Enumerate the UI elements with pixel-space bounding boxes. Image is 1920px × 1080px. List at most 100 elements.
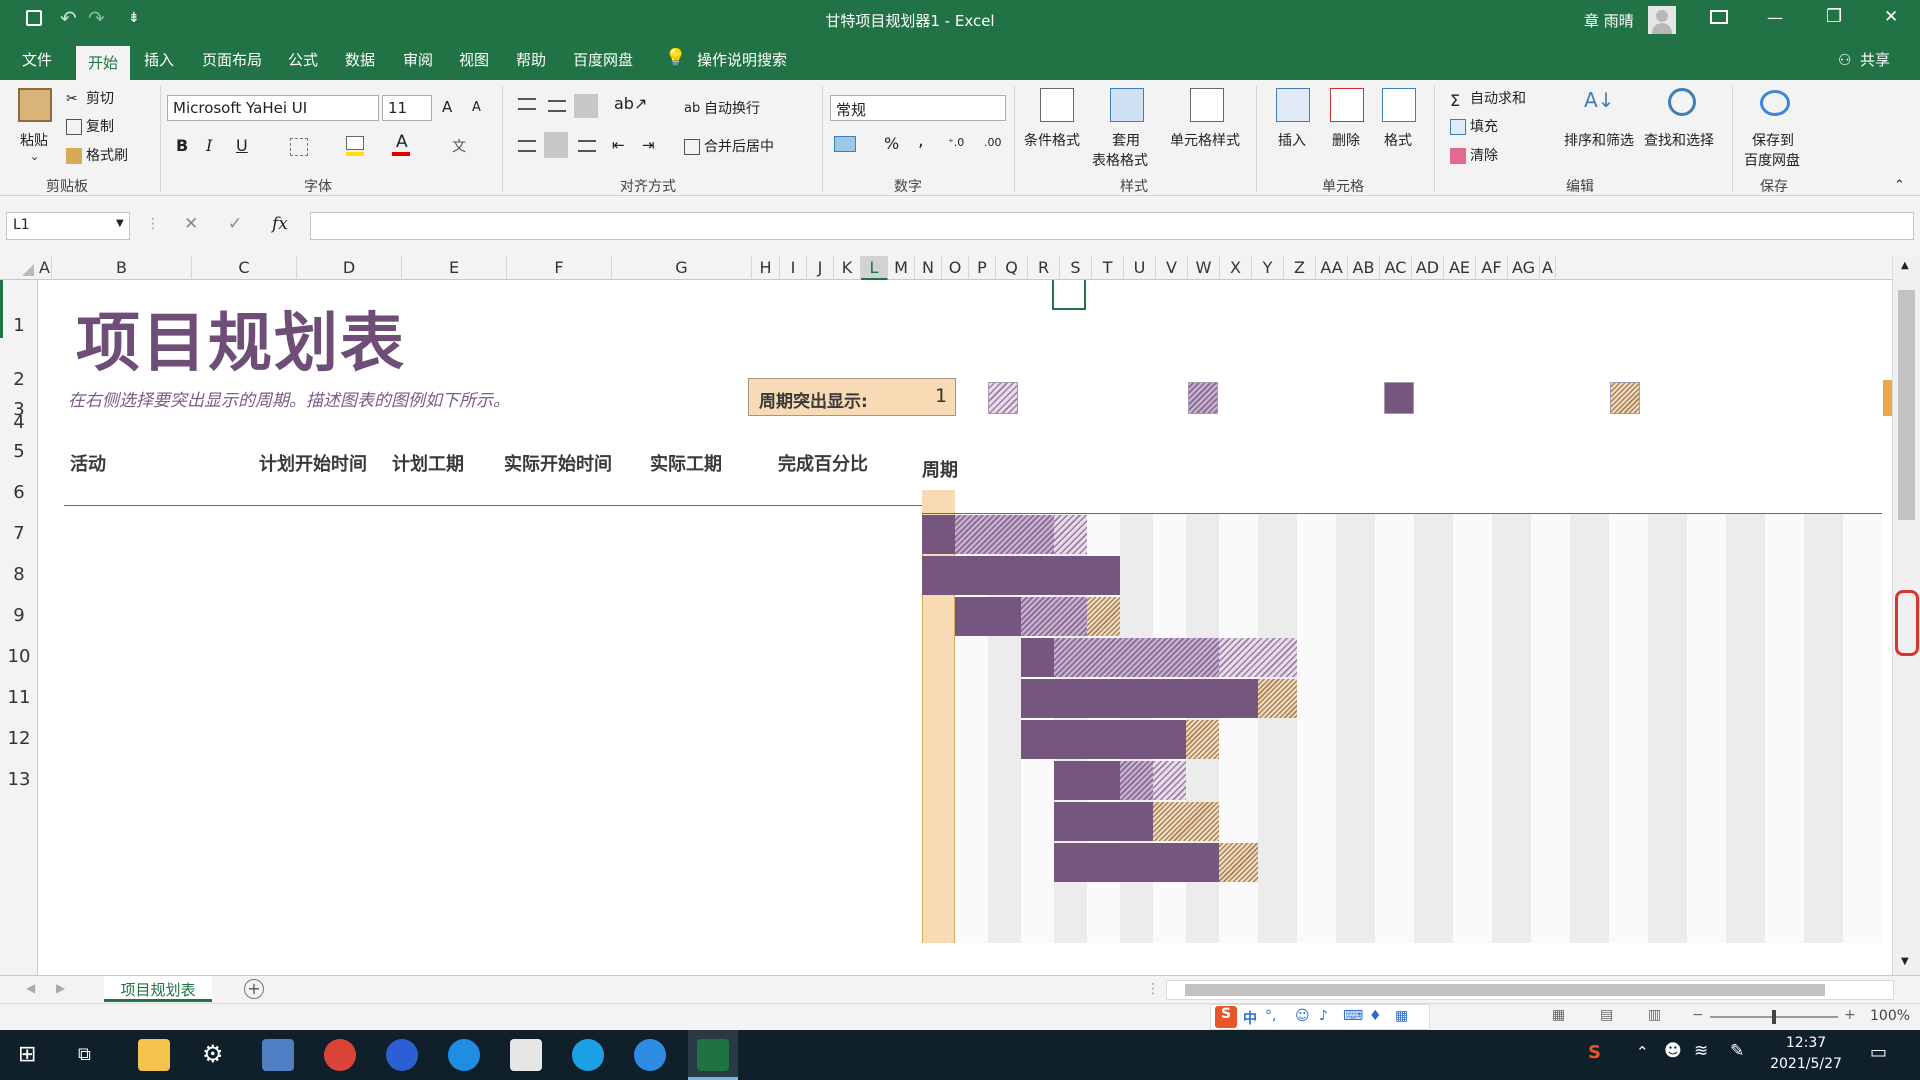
column-header-n[interactable]: N [915,256,942,280]
column-header-aa[interactable]: AA [1316,256,1348,280]
find-select-icon[interactable] [1668,88,1696,116]
edge-icon[interactable] [572,1039,604,1071]
insert-function-button[interactable]: fx [272,214,288,234]
row-header-11[interactable]: 11 [0,687,38,708]
pen-icon[interactable]: ✎ [1730,1041,1744,1061]
tab-help[interactable]: 帮助 [516,49,546,70]
paste-icon[interactable] [18,88,52,122]
ribbon-display-icon[interactable] [1710,10,1728,24]
column-header-l[interactable]: L [861,256,888,280]
table-row[interactable] [38,414,922,455]
row-header-1[interactable]: 1 [0,315,38,336]
table-row[interactable] [38,537,922,578]
align-center-icon[interactable] [544,132,568,158]
row-header-8[interactable]: 8 [0,564,38,585]
increase-indent-icon[interactable]: ⇥ [642,136,655,154]
period-header-7[interactable] [1120,490,1153,514]
format-table-line2[interactable]: 表格格式 [1092,150,1148,170]
column-header-g[interactable]: G [612,256,752,280]
copy-button[interactable]: 复制 [66,116,114,136]
row-header-10[interactable]: 10 [0,646,38,667]
column-header-o[interactable]: O [942,256,969,280]
period-header-21[interactable] [1648,490,1687,514]
redo-icon[interactable]: ↷ [88,6,105,30]
save-icon[interactable] [26,10,42,26]
period-header-22[interactable] [1687,490,1726,514]
column-header-u[interactable]: U [1124,256,1156,280]
formula-input[interactable] [310,212,1914,240]
column-header-i[interactable]: I [780,256,807,280]
insert-cells-button[interactable]: 插入 [1278,130,1306,150]
tab-view[interactable]: 视图 [459,49,489,70]
period-header-17[interactable] [1492,490,1531,514]
row-header-5[interactable]: 5 [0,441,38,462]
column-header-ad[interactable]: AD [1412,256,1444,280]
confirm-formula-icon[interactable]: ✓ [228,214,242,234]
column-header-h[interactable]: H [752,256,780,280]
worksheet[interactable]: 项目规划表 在右侧选择要突出显示的周期。描述图表的图例如下所示。 周期突出显示:… [38,280,1892,975]
tab-data[interactable]: 数据 [345,49,375,70]
period-header-10[interactable] [1219,490,1258,514]
period-header-8[interactable] [1153,490,1186,514]
tab-file[interactable]: 文件 [22,49,52,70]
horizontal-scroll-thumb[interactable] [1185,984,1825,996]
tab-formulas[interactable]: 公式 [288,49,318,70]
tab-split-handle[interactable]: ⋮ [1146,981,1160,997]
format-table-line1[interactable]: 套用 [1112,130,1140,150]
column-header-ac[interactable]: AC [1380,256,1412,280]
column-header-ag[interactable]: AG [1508,256,1540,280]
fill-color-icon[interactable] [346,136,364,150]
column-header-y[interactable]: Y [1252,256,1284,280]
insert-cells-icon[interactable] [1276,88,1310,122]
bold-button[interactable]: B [176,136,188,155]
normal-view-icon[interactable]: ▦ [1552,1007,1565,1023]
horizontal-scrollbar[interactable] [1166,980,1894,1000]
column-header-s[interactable]: S [1060,256,1092,280]
column-header-q[interactable]: Q [996,256,1028,280]
vertical-scrollbar[interactable]: ▲ ▼ [1892,256,1920,975]
column-header-m[interactable]: M [888,256,915,280]
period-header-18[interactable] [1531,490,1570,514]
period-header-16[interactable] [1453,490,1492,514]
increase-decimal-button[interactable]: ⁺.0 [948,136,964,149]
sort-filter-icon[interactable]: A↓ [1584,88,1618,122]
active-cell-L1[interactable] [1052,280,1086,310]
ie-icon[interactable] [448,1039,480,1071]
column-header-j[interactable]: J [807,256,834,280]
page-break-view-icon[interactable]: ▥ [1648,1007,1661,1023]
name-box[interactable]: L1 [6,212,130,240]
table-row[interactable] [38,742,922,783]
row-header-4[interactable]: 4 [0,412,38,433]
keyboard-icon[interactable]: ⌨ [1343,1008,1363,1024]
period-header-25[interactable] [1804,490,1843,514]
decrease-indent-icon[interactable]: ⇤ [612,136,625,154]
period-header-5[interactable] [1054,490,1087,514]
comma-button[interactable]: , [918,130,924,151]
row-header-9[interactable]: 9 [0,605,38,626]
period-header-12[interactable] [1297,490,1336,514]
period-header-11[interactable] [1258,490,1297,514]
delete-cells-icon[interactable] [1330,88,1364,122]
scroll-up-icon[interactable]: ▲ [1901,260,1909,271]
sogou-tray-icon[interactable]: S [1588,1042,1601,1063]
column-header-a[interactable]: A [1540,256,1556,280]
tab-home[interactable]: 开始 [76,46,131,80]
show-hidden-icons[interactable]: ⌃ [1636,1043,1649,1061]
sheet-tab-active[interactable]: 项目规划表 [104,976,212,1002]
column-header-e[interactable]: E [402,256,507,280]
cell-styles-button[interactable]: 单元格样式 [1170,130,1240,150]
avatar[interactable] [1648,6,1676,34]
add-sheet-button[interactable]: + [244,979,264,999]
toolbox-icon[interactable]: ▦ [1395,1008,1408,1024]
grow-font-button[interactable]: A [442,98,452,116]
tab-insert[interactable]: 插入 [144,49,174,70]
table-row[interactable] [38,619,922,660]
font-color-button[interactable]: A [396,132,408,152]
column-header-c[interactable]: C [192,256,297,280]
minimize-button[interactable]: — [1767,8,1783,27]
column-header-d[interactable]: D [297,256,402,280]
format-table-icon[interactable] [1110,88,1144,122]
column-header-w[interactable]: W [1188,256,1220,280]
conditional-format-button[interactable]: 条件格式 [1024,130,1080,150]
row-header-7[interactable]: 7 [0,523,38,544]
